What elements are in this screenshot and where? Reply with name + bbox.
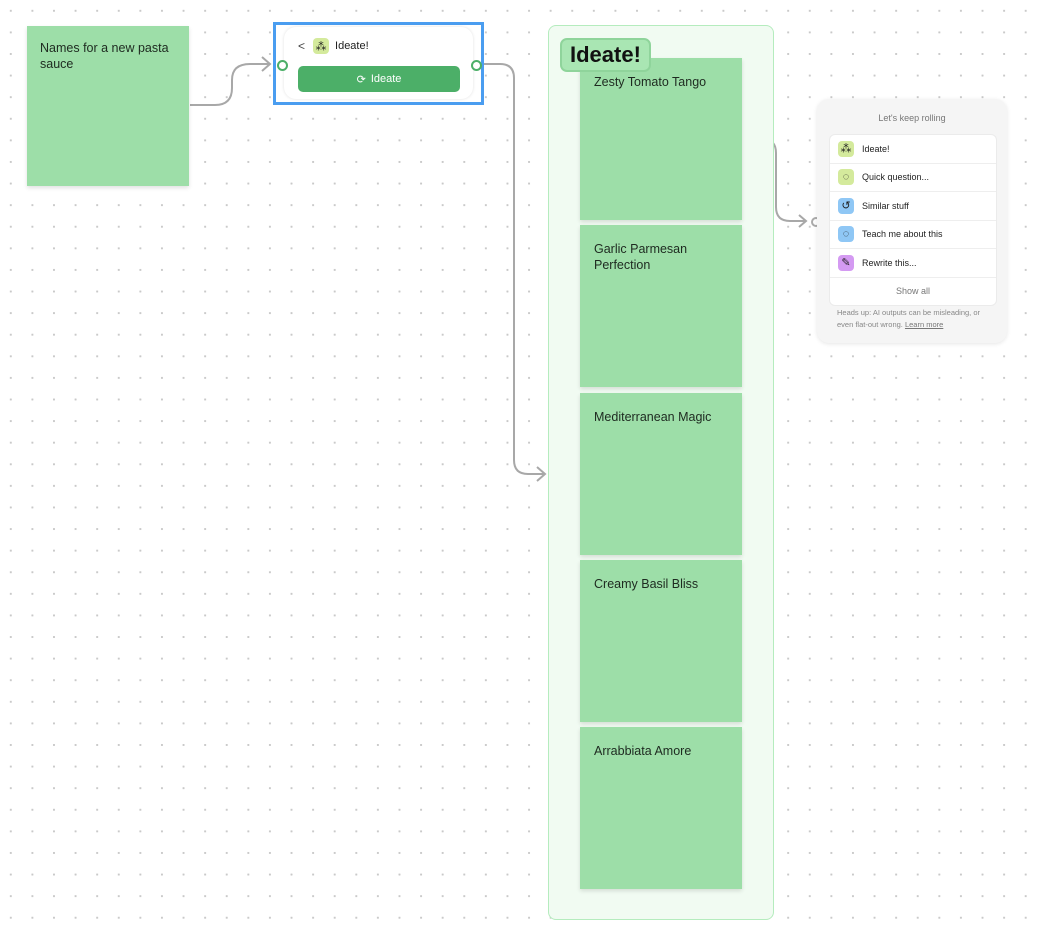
idea-sticky-note[interactable]: Zesty Tomato Tango bbox=[580, 58, 742, 220]
idea-text: Creamy Basil Bliss bbox=[594, 577, 699, 591]
idea-text: Zesty Tomato Tango bbox=[594, 75, 707, 89]
ideate-node[interactable]: < ⁂ Ideate! ⟳ Ideate bbox=[273, 22, 484, 105]
ideate-button-label: Ideate bbox=[370, 73, 402, 85]
connector-note-to-node bbox=[190, 63, 270, 106]
idea-sticky-note[interactable]: Creamy Basil Bliss bbox=[580, 560, 742, 722]
idea-text: Mediterranean Magic bbox=[594, 410, 712, 424]
idea-sticky-note[interactable]: Arrabbiata Amore bbox=[580, 727, 742, 889]
disclaimer: Heads up: AI outputs can be misleading, … bbox=[837, 307, 997, 331]
show-all-button[interactable]: Show all bbox=[830, 278, 996, 306]
menu-item-label: Quick question... bbox=[862, 172, 930, 183]
ideate-button[interactable]: ⟳ Ideate bbox=[298, 66, 460, 92]
source-sticky-note[interactable]: Names for a new pasta sauce bbox=[27, 26, 189, 186]
menu-item-similar-stuff[interactable]: ↺ Similar stuff bbox=[830, 192, 996, 221]
sparkle-icon: ⁂ bbox=[313, 38, 330, 54]
similar-icon: ↺ bbox=[838, 197, 854, 214]
idea-sticky-note[interactable]: Mediterranean Magic bbox=[580, 393, 742, 555]
menu-item-label: Ideate! bbox=[862, 143, 890, 154]
menu-item-label: Similar stuff bbox=[862, 200, 909, 211]
menu-list: ⁂ Ideate! ◌ Quick question... ↺ Similar stu… bbox=[829, 134, 997, 306]
group-label: Ideate! bbox=[560, 38, 651, 72]
menu-title: Let's keep rolling bbox=[878, 113, 946, 123]
teach-icon: ◌ bbox=[838, 226, 854, 243]
input-port[interactable] bbox=[277, 60, 288, 71]
menu-item-label: Teach me about this bbox=[862, 229, 943, 240]
sparkle-icon: ⁂ bbox=[838, 140, 854, 157]
speech-bubble-icon: ◌ bbox=[838, 169, 854, 186]
rewrite-icon: ✎ bbox=[838, 254, 854, 271]
learn-more-link[interactable]: Learn more bbox=[905, 320, 943, 329]
idea-sticky-note[interactable]: Garlic Parmesan Perfection bbox=[580, 225, 742, 387]
menu-item-ideate[interactable]: ⁂ Ideate! bbox=[830, 135, 996, 164]
menu-item-teach-me[interactable]: ◌ Teach me about this bbox=[830, 221, 996, 249]
show-all-label: Show all bbox=[895, 286, 931, 297]
idea-text: Garlic Parmesan Perfection bbox=[594, 242, 688, 272]
refresh-icon: ⟳ bbox=[356, 73, 366, 86]
back-chevron-icon[interactable]: < bbox=[298, 39, 305, 53]
connector-node-to-group bbox=[478, 63, 545, 475]
sticky-text: Names for a new pasta sauce bbox=[40, 41, 169, 71]
menu-item-quick-question[interactable]: ◌ Quick question... bbox=[830, 164, 996, 192]
idea-text: Arrabbiata Amore bbox=[594, 744, 692, 758]
menu-item-label: Rewrite this... bbox=[862, 257, 917, 268]
node-title: Ideate! bbox=[335, 40, 369, 52]
ai-actions-menu: Let's keep rolling ⁂ Ideate! ◌ Quick quest… bbox=[817, 99, 1007, 343]
menu-item-rewrite[interactable]: ✎ Rewrite this... bbox=[830, 249, 996, 278]
output-port[interactable] bbox=[471, 60, 482, 71]
